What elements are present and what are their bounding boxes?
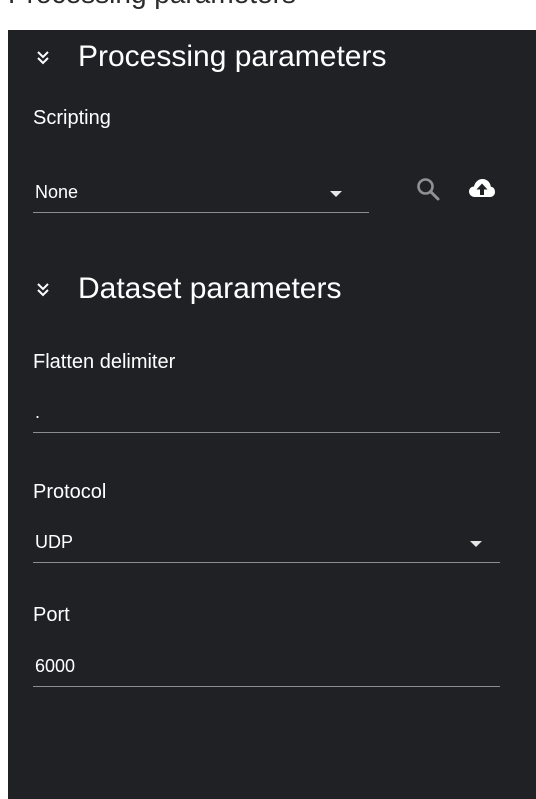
processing-parameters-title: Processing parameters (78, 40, 387, 73)
protocol-label: Protocol (33, 481, 107, 503)
protocol-select[interactable]: UDP (33, 524, 500, 563)
dataset-parameters-title: Dataset parameters (78, 272, 342, 305)
flatten-delimiter-value: . (35, 402, 41, 422)
scripting-label: Scripting (33, 107, 111, 129)
search-button[interactable] (412, 173, 444, 205)
cloud-upload-icon (469, 179, 495, 197)
scripting-select[interactable]: None (33, 174, 369, 213)
port-value: 6000 (35, 656, 76, 676)
upload-button[interactable] (466, 173, 498, 205)
chevron-down-icon (470, 541, 482, 547)
window-edge (0, 0, 8, 799)
dataset-parameters-header[interactable]: Dataset parameters (8, 264, 536, 314)
search-icon (417, 178, 440, 201)
port-label: Port (33, 604, 70, 626)
chevron-down-icon (330, 191, 342, 197)
processing-parameters-header[interactable]: Processing parameters (8, 32, 536, 82)
protocol-value: UDP (35, 532, 74, 552)
flatten-delimiter-label: Flatten delimiter (33, 351, 176, 373)
port-input[interactable]: 6000 (33, 648, 500, 687)
clipped-content-above: Processing parameters (0, 0, 536, 30)
flatten-delimiter-input[interactable]: . (33, 394, 500, 433)
clipped-text: Processing parameters (8, 0, 296, 10)
chevron-double-down-icon (37, 283, 49, 297)
scripting-value: None (35, 182, 79, 202)
chevron-double-down-icon (37, 51, 49, 65)
parameters-panel: Processing parameters Scripting None Dat… (8, 30, 536, 799)
